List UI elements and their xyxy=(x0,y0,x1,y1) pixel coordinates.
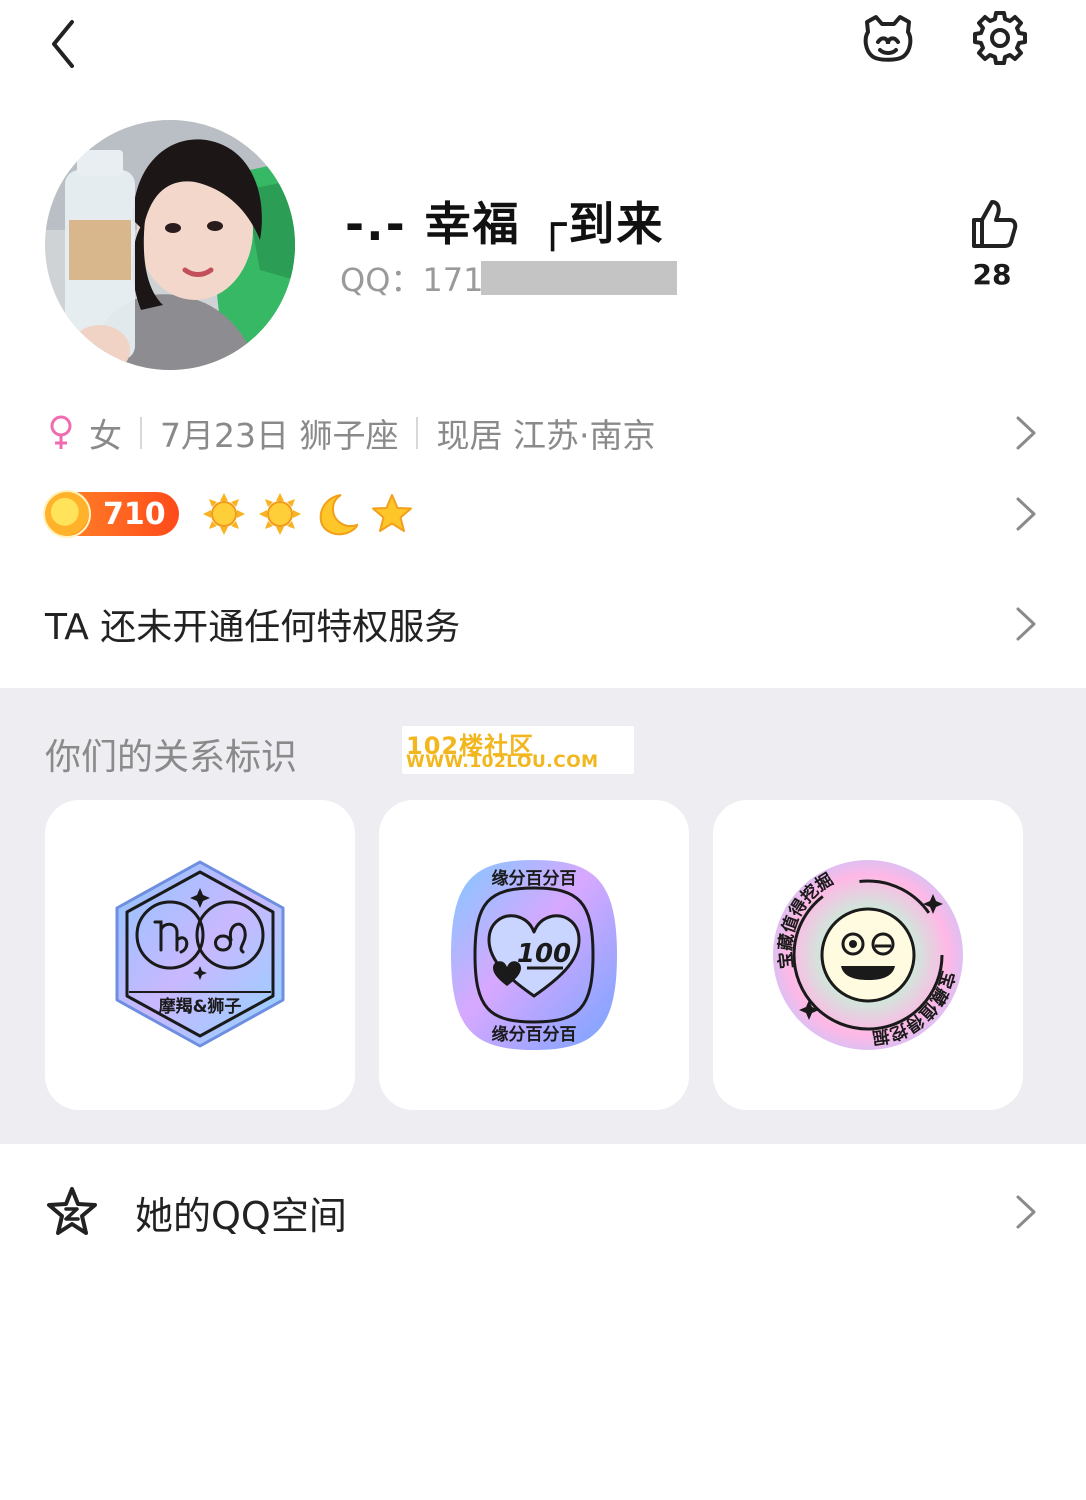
privilege-text: TA 还未开通任何特权服务 xyxy=(45,607,461,648)
sun-icon xyxy=(203,493,245,535)
like-count: 28 xyxy=(972,258,1012,291)
qq-number-row[interactable]: QQ：171 xyxy=(340,258,678,299)
zodiac-badge-card[interactable]: 摩羯&狮子 xyxy=(45,800,355,1110)
zodiac-badge-icon: 摩羯&狮子 xyxy=(115,860,285,1048)
qzone-label: 她的QQ空间 xyxy=(135,1193,347,1238)
qq-level-row[interactable]: 710 xyxy=(43,486,1040,542)
top-bar xyxy=(0,0,1086,90)
zodiac-badge-label: 摩羯&狮子 xyxy=(159,996,242,1017)
level-coin-icon xyxy=(43,490,91,538)
match-badge-card[interactable]: 100 缘分百分百 缘分百分百 xyxy=(379,800,689,1110)
female-icon xyxy=(50,415,72,449)
qq-number-redaction xyxy=(481,261,678,295)
divider xyxy=(140,417,142,449)
pet-button[interactable] xyxy=(858,8,918,68)
relation-section: 你们的关系标识 102楼社区 WWW.102LOU.COM 摩羯&狮子 100 … xyxy=(0,688,1086,1144)
gender-text: 女 xyxy=(89,416,122,455)
star-icon xyxy=(372,494,412,532)
watermark: 102楼社区 WWW.102LOU.COM xyxy=(402,726,634,774)
sun-icon xyxy=(259,493,301,535)
qzone-row[interactable]: 她的QQ空间 xyxy=(45,1180,1040,1244)
match-badge-number: 100 xyxy=(517,939,571,969)
qq-number: QQ：171 xyxy=(340,261,484,299)
gear-icon xyxy=(973,11,1027,65)
privilege-row[interactable]: TA 还未开通任何特权服务 xyxy=(45,594,1040,654)
like-button[interactable] xyxy=(962,196,1022,252)
pet-face-icon xyxy=(863,15,913,62)
match-badge-icon: 100 缘分百分百 缘分百分百 xyxy=(451,860,617,1050)
settings-button[interactable] xyxy=(970,8,1030,68)
chevron-right-icon xyxy=(1016,1195,1036,1229)
relation-title: 你们的关系标识 xyxy=(45,737,298,778)
thumbs-up-icon xyxy=(972,200,1018,248)
chevron-right-icon xyxy=(1016,607,1036,641)
chevron-right-icon xyxy=(1016,416,1036,450)
basic-info-row[interactable]: 女 7月23日 狮子座 现居 江苏·南京 xyxy=(45,405,1040,461)
back-button[interactable] xyxy=(40,8,96,68)
match-badge-label-bottom: 缘分百分百 xyxy=(492,1024,577,1045)
match-badge-label-top: 缘分百分百 xyxy=(492,868,577,889)
chevron-left-icon xyxy=(52,20,74,68)
level-badge: 710 xyxy=(43,490,179,538)
watermark-line2: WWW.102LOU.COM xyxy=(406,752,599,772)
divider xyxy=(416,417,419,449)
qzone-star-icon xyxy=(47,1187,97,1235)
birthday-text: 7月23日 狮子座 xyxy=(160,416,399,455)
avatar-photo xyxy=(45,120,295,370)
level-number: 710 xyxy=(103,496,166,532)
location-text: 现居 江苏·南京 xyxy=(436,416,656,455)
moon-icon xyxy=(319,494,359,536)
treasure-badge-icon: 宝藏值得挖掘 宝藏值得挖掘 xyxy=(773,860,963,1050)
nickname: -.- 幸福 ┌到来 xyxy=(345,197,665,251)
profile-page: -.- 幸福 ┌到来 QQ：171 28 女 7月23日 狮子座 现居 江苏·南… xyxy=(0,0,1086,1500)
chevron-right-icon xyxy=(1016,497,1036,531)
avatar[interactable] xyxy=(45,120,295,370)
treasure-badge-card[interactable]: 宝藏值得挖掘 宝藏值得挖掘 xyxy=(713,800,1023,1110)
